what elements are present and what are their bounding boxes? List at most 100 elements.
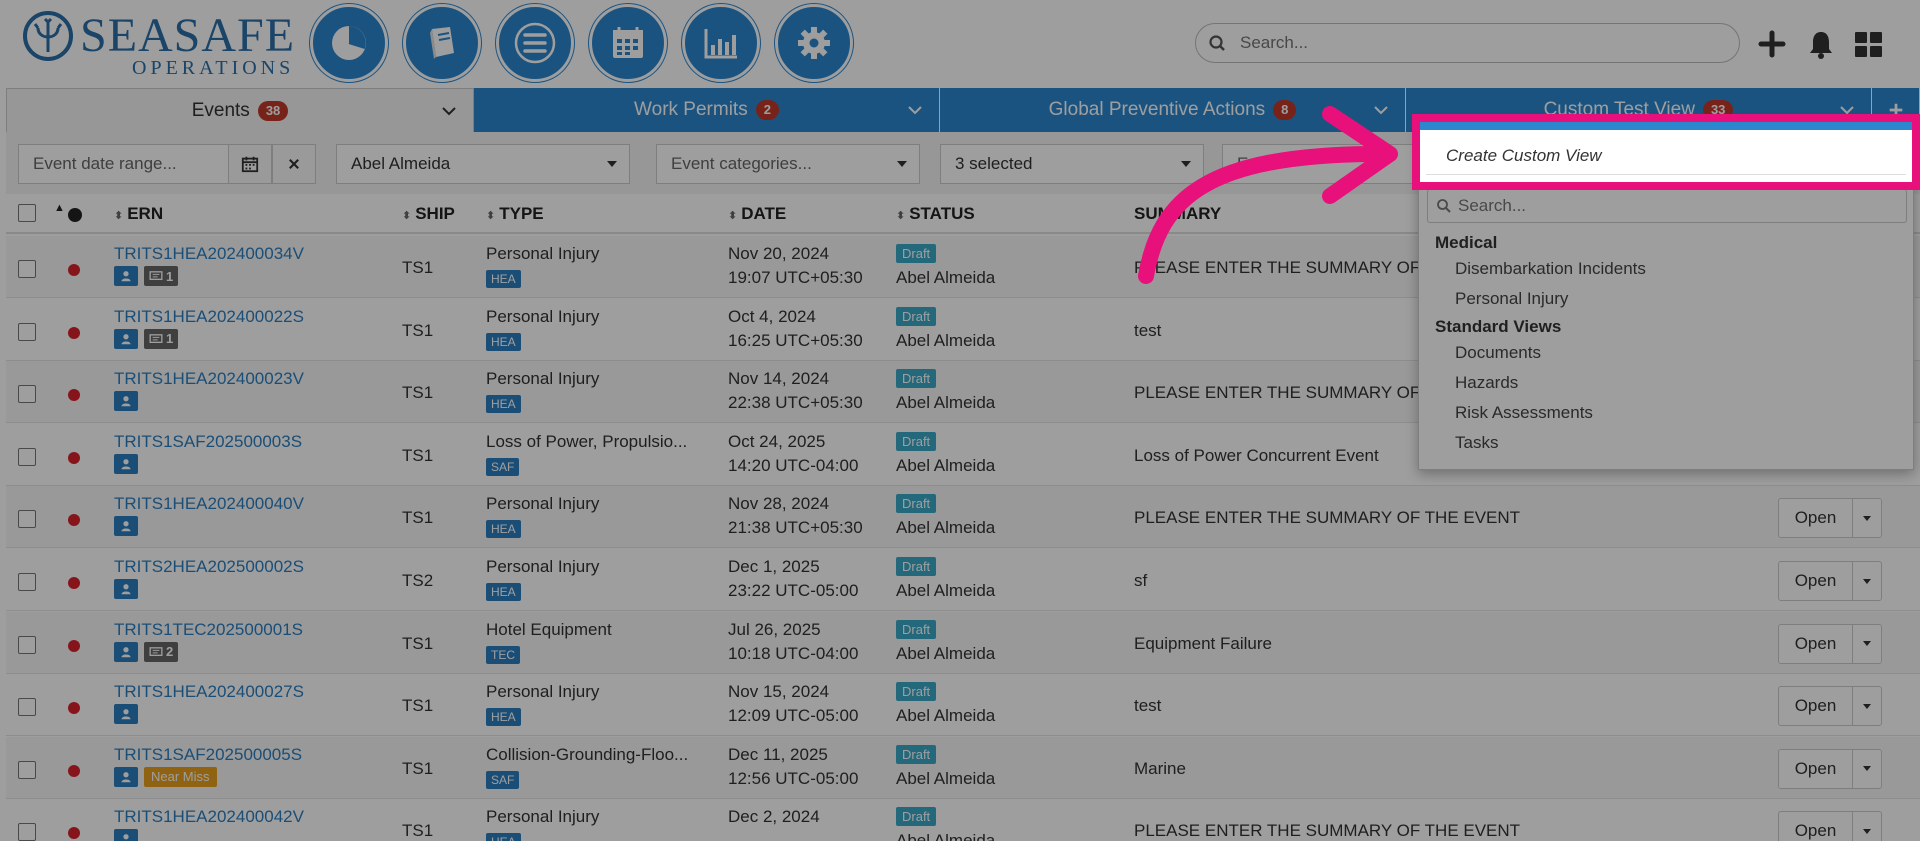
type-cell: Collision-Grounding-Floo... [486, 744, 689, 764]
type-code-badge: HEA [486, 332, 521, 351]
calendar-nav-button[interactable] [589, 4, 667, 82]
table-row[interactable]: TRITS1HEA202400040V TS1 Personal Injury HEA… [6, 486, 1920, 549]
ern-link[interactable]: TRITS1HEA202400034V [114, 244, 304, 264]
create-custom-view-item[interactable]: Create Custom View [1446, 146, 1602, 166]
tab-events[interactable]: Events 38 [6, 88, 474, 132]
open-dropdown-toggle[interactable] [1853, 499, 1881, 537]
open-button[interactable]: Open [1779, 812, 1853, 841]
time-cell: 19:07 UTC+05:30 [728, 268, 863, 287]
menu-icon [514, 22, 556, 64]
global-search-input[interactable] [1240, 28, 1720, 58]
caret-down-icon [1863, 828, 1871, 834]
row-checkbox[interactable] [18, 510, 36, 529]
close-icon [289, 159, 299, 169]
date-cell: Nov 20, 2024 [728, 244, 830, 263]
date-range-input[interactable]: Event date range... [18, 144, 230, 184]
menu-item-tasks[interactable]: Tasks [1455, 433, 1498, 453]
owner-cell: Abel Almeida [896, 706, 996, 726]
row-checkbox[interactable] [18, 447, 36, 466]
row-checkbox[interactable] [18, 573, 36, 591]
summary-cell: Equipment Failure [1134, 633, 1272, 653]
ern-link[interactable]: TRITS1SAF202500005S [114, 745, 302, 765]
calendar-button[interactable] [228, 144, 272, 184]
row-checkbox[interactable] [18, 260, 36, 278]
chevron-down-icon[interactable] [905, 100, 925, 120]
menu-item-personal-injury[interactable]: Personal Injury [1455, 289, 1568, 309]
ern-link[interactable]: TRITS1HEA202400040V [114, 494, 304, 514]
documents-nav-button[interactable] [403, 4, 481, 82]
seasafe-logo[interactable]: SEASAFE OPERATIONS [22, 8, 294, 78]
row-checkbox[interactable] [18, 635, 36, 654]
clear-date-button[interactable] [272, 144, 316, 184]
sort-icon[interactable]: ▲ [54, 202, 65, 214]
count-badge: 2 [755, 100, 779, 120]
open-button[interactable]: Open [1779, 499, 1853, 538]
open-button[interactable]: Open [1779, 687, 1853, 726]
menu-item-hazards[interactable]: Hazards [1455, 373, 1518, 393]
user-icon [114, 579, 138, 599]
table-row[interactable]: TRITS1HEA202400027S TS1 Personal Injury HEA… [6, 674, 1920, 737]
column-date[interactable]: ⬍ DATE [728, 204, 786, 224]
event-categories-select[interactable]: Event categories... [656, 144, 920, 184]
ern-link[interactable]: TRITS1HEA202400042V [114, 807, 304, 827]
menu-item-documents[interactable]: Documents [1455, 343, 1541, 363]
pie-chart-icon [332, 26, 366, 60]
ern-link[interactable]: TRITS1HEA202400022S [114, 307, 304, 327]
ern-link[interactable]: TRITS2HEA202500002S [114, 557, 304, 577]
caret-down-icon [607, 161, 617, 167]
type-cell: Personal Injury [486, 557, 600, 576]
table-row[interactable]: TRITS1TEC202500001S 2 TS1 Hotel Equipment TE… [6, 611, 1920, 674]
grid-icon[interactable] [1852, 28, 1884, 60]
status-badge: Draft [896, 244, 937, 263]
global-search[interactable] [1195, 23, 1740, 63]
column-ern[interactable]: ⬍ ERN [114, 204, 163, 224]
user-icon [114, 516, 138, 537]
row-badges [114, 453, 138, 474]
open-dropdown-toggle[interactable] [1853, 750, 1881, 788]
column-ship[interactable]: ⬍ SHIP [402, 204, 455, 224]
row-checkbox[interactable] [18, 322, 36, 341]
open-button-group: Open [1778, 561, 1882, 601]
dashboard-nav-button[interactable] [310, 4, 388, 82]
table-row[interactable]: TRITS1HEA202400042V TS1 Personal Injury HEA… [6, 799, 1920, 841]
menu-item-disembarkation-incidents[interactable]: Disembarkation Incidents [1455, 259, 1646, 279]
row-checkbox[interactable] [18, 823, 36, 841]
status-dot-header[interactable] [68, 208, 82, 222]
row-checkbox[interactable] [18, 698, 36, 717]
reports-nav-button[interactable] [682, 4, 760, 82]
table-row[interactable]: TRITS1SAF202500005S Near Miss TS1 Collision… [6, 736, 1920, 799]
menu-item-risk-assessments[interactable]: Risk Assessments [1455, 403, 1593, 423]
bell-icon[interactable] [1805, 28, 1837, 60]
row-checkbox[interactable] [18, 385, 36, 404]
time-cell: 10:18 UTC-04:00 [728, 643, 859, 663]
column-type[interactable]: ⬍ TYPE [486, 204, 544, 224]
open-button[interactable]: Open [1779, 562, 1853, 600]
row-checkbox[interactable] [18, 760, 36, 779]
column-status[interactable]: ⬍ STATUS [896, 204, 975, 224]
open-button[interactable]: Open [1779, 624, 1853, 663]
events-nav-button[interactable] [496, 4, 574, 82]
search-icon[interactable] [1208, 34, 1228, 54]
tab-work-permits[interactable]: Work Permits 2 [474, 88, 940, 132]
ship-cell: TS1 [402, 445, 434, 465]
date-cell: Nov 15, 2024 [728, 682, 830, 702]
table-row[interactable]: TRITS2HEA202500002S TS2 Personal Injury HEA… [6, 549, 1920, 611]
ern-link[interactable]: TRITS1SAF202500003S [114, 432, 302, 452]
ern-link[interactable]: TRITS1HEA202400023V [114, 369, 304, 389]
settings-nav-button[interactable] [775, 4, 853, 82]
chevron-down-icon[interactable] [439, 101, 459, 121]
open-dropdown-toggle[interactable] [1853, 625, 1881, 663]
ern-link[interactable]: TRITS1HEA202400027S [114, 682, 304, 702]
status-dot [68, 326, 80, 339]
ern-link[interactable]: TRITS1TEC202500001S [114, 620, 303, 640]
plus-icon[interactable] [1756, 28, 1788, 60]
user-icon [114, 391, 138, 412]
select-all-checkbox[interactable] [18, 204, 36, 222]
open-dropdown-toggle[interactable] [1853, 562, 1881, 600]
open-button[interactable]: Open [1779, 749, 1853, 788]
dropdown-search[interactable] [1427, 189, 1907, 223]
person-select[interactable]: Abel Almeida [336, 144, 630, 184]
open-dropdown-toggle[interactable] [1853, 812, 1881, 841]
dropdown-search-input[interactable] [1458, 193, 1898, 219]
open-dropdown-toggle[interactable] [1853, 687, 1881, 725]
